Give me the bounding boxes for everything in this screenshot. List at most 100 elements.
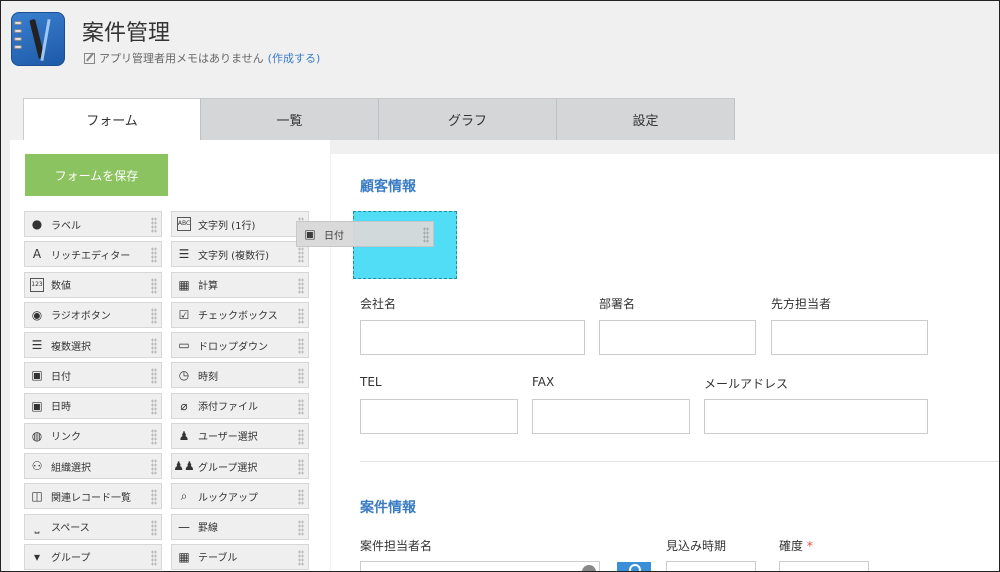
drag-handle-icon: [298, 398, 304, 415]
drag-handle-icon: [298, 247, 304, 264]
palette-item[interactable]: ◍ リンク: [24, 422, 162, 449]
tab-form[interactable]: フォーム: [23, 98, 201, 140]
palette-item-label: テーブル: [198, 553, 238, 565]
tab-graph[interactable]: グラフ: [379, 98, 557, 140]
palette-item[interactable]: ● ラベル: [24, 211, 162, 237]
multiline-icon: ☰: [178, 247, 190, 262]
palette-item[interactable]: ☰ 文字列 (複数行): [171, 241, 309, 268]
palette-item-label: 計算: [198, 281, 218, 292]
tel-input[interactable]: [360, 399, 518, 434]
palette-item[interactable]: ▦ テーブル: [171, 543, 309, 570]
save-form-button[interactable]: フォームを保存: [25, 154, 168, 196]
contact-input[interactable]: [771, 320, 928, 355]
drag-handle-icon: [298, 519, 304, 536]
rich-text-icon: A: [32, 247, 42, 262]
dragging-field-date[interactable]: ▣ 日付: [296, 221, 434, 247]
palette-item-label: スペース: [51, 523, 90, 534]
palette-item[interactable]: ◉ ラジオボタン: [24, 301, 162, 328]
palette-item-label: ラベル: [51, 220, 81, 232]
palette-item[interactable]: ♟ ユーザー選択: [171, 422, 309, 449]
drag-handle-icon: [151, 277, 157, 294]
field-label-fax: FAX: [532, 375, 555, 389]
drag-handle-icon: [151, 338, 157, 354]
datetime-icon: ▣: [31, 398, 43, 413]
checkbox-icon: ☑: [178, 307, 190, 322]
calculator-icon: ▦: [178, 277, 190, 292]
company-input[interactable]: [360, 320, 585, 355]
palette-item[interactable]: ▾ グループ: [24, 543, 162, 570]
confidence-label-text: 確度: [779, 539, 804, 553]
palette-item[interactable]: ☰ 複数選択: [24, 332, 162, 358]
palette-item-label: 数値: [51, 281, 71, 292]
related-records-icon: ◫: [31, 489, 43, 504]
org-icon: ⚇: [31, 459, 43, 473]
tab-list[interactable]: 一覧: [201, 98, 379, 140]
drag-handle-icon: [151, 307, 157, 324]
email-input[interactable]: [704, 399, 928, 434]
palette-item[interactable]: ☑ チェックボックス: [171, 301, 309, 328]
drag-handle-icon: [151, 247, 157, 264]
user-icon: ♟: [178, 428, 190, 443]
palette-item-label: 時刻: [198, 371, 218, 383]
lookup-button[interactable]: [617, 562, 651, 572]
required-mark: *: [806, 539, 813, 553]
section-divider: [360, 461, 1000, 462]
palette-item[interactable]: ⌀ 添付ファイル: [171, 392, 309, 419]
palette-item[interactable]: A リッチエディター: [24, 241, 162, 268]
palette-item-label: リンク: [51, 432, 81, 444]
palette-item-label: 文字列 (複数行): [198, 250, 269, 262]
palette-item[interactable]: ♟♟ グループ選択: [171, 453, 309, 479]
palette-item-label: ラジオボタン: [51, 311, 111, 323]
palette-item[interactable]: ◷ 時刻: [171, 362, 309, 389]
palette-item-label: 罫線: [198, 523, 218, 534]
palette-item[interactable]: 123 数値: [24, 271, 162, 298]
app-memo: アプリ管理者用メモはありません (作成する): [84, 50, 320, 66]
drag-handle-icon: [151, 549, 157, 566]
palette-item-label: 組織選択: [51, 462, 91, 474]
palette-item-label: ドロップダウン: [198, 341, 268, 353]
edit-icon: [84, 52, 95, 64]
drag-handle-icon: [151, 459, 157, 475]
drag-handle-icon: [298, 428, 304, 445]
memo-create-link[interactable]: (作成する): [268, 50, 321, 66]
tab-settings[interactable]: 設定: [557, 98, 735, 140]
palette-item[interactable]: ⚇ 組織選択: [24, 453, 162, 479]
field-label-department: 部署名: [599, 297, 636, 311]
palette-item-label: グループ選択: [198, 462, 258, 474]
drag-handle-icon: [151, 519, 157, 536]
deal-owner-input[interactable]: [360, 561, 600, 572]
drag-handle-icon: [151, 489, 157, 506]
palette-item[interactable]: ▭ ドロップダウン: [171, 332, 309, 358]
confidence-input[interactable]: [779, 561, 869, 572]
clear-icon[interactable]: [582, 565, 596, 572]
paperclip-icon: ⌀: [180, 398, 188, 413]
palette-item[interactable]: ⎵ スペース: [24, 513, 162, 540]
palette-item-label: リッチエディター: [51, 250, 131, 262]
palette-item-label: 添付ファイル: [198, 402, 258, 413]
section-title-customer: 顧客情報: [360, 179, 416, 195]
palette-item[interactable]: ABC 文字列 (1行): [171, 211, 309, 237]
field-label-confidence: 確度 *: [779, 537, 813, 554]
drag-handle-icon: [298, 277, 304, 294]
palette-item[interactable]: ▣ 日時: [24, 392, 162, 419]
table-icon: ▦: [178, 549, 190, 564]
drag-handle-icon: [298, 307, 304, 324]
palette-item[interactable]: ▣ 日付: [24, 362, 162, 389]
drag-handle-icon: [298, 489, 304, 506]
palette-item-label: ルックアップ: [198, 492, 258, 504]
dropdown-icon: ▭: [178, 338, 190, 352]
palette-item[interactable]: ▦ 計算: [171, 271, 309, 298]
space-icon: ⎵: [34, 519, 40, 534]
field-label-contact: 先方担当者: [771, 297, 832, 311]
department-input[interactable]: [599, 320, 756, 355]
palette-item[interactable]: — 罫線: [171, 513, 309, 540]
palette-item-label: 日付: [51, 371, 71, 383]
fax-input[interactable]: [532, 399, 690, 434]
number-icon: 123: [30, 277, 44, 292]
palette-item[interactable]: ◫ 関連レコード一覧: [24, 483, 162, 510]
palette-item-label: グループ: [51, 553, 91, 565]
expected-date-input[interactable]: [666, 561, 756, 572]
palette-item-label: ユーザー選択: [198, 432, 258, 444]
palette-item[interactable]: ⌕ ルックアップ: [171, 483, 309, 510]
drag-handle-icon: [151, 428, 157, 445]
